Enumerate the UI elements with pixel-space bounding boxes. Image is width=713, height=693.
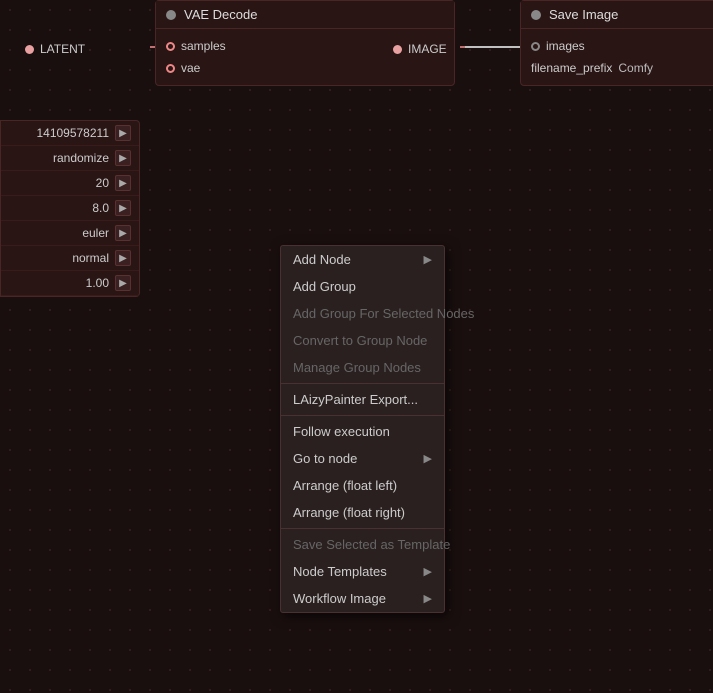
latent-dot bbox=[25, 45, 34, 54]
port-dot-vae bbox=[166, 64, 175, 73]
sampler-row-seed: 14109578211 ▶ bbox=[1, 121, 139, 146]
filename-prefix-value: Comfy bbox=[618, 61, 653, 75]
port-label-images: images bbox=[546, 39, 585, 53]
menu-item-arrange-left-label: Arrange (float left) bbox=[293, 478, 397, 493]
node-vae-decode-header: VAE Decode bbox=[156, 1, 454, 29]
sampler-row-steps: 20 ▶ bbox=[1, 171, 139, 196]
port-dot-images bbox=[531, 42, 540, 51]
menu-item-workflow-image-arrow: ▶ bbox=[424, 592, 432, 605]
node-save-image-filename: filename_prefix Comfy bbox=[521, 57, 713, 79]
menu-item-arrange-left[interactable]: Arrange (float left) bbox=[281, 472, 444, 499]
sampler-scheduler-value: normal bbox=[72, 251, 109, 265]
menu-item-node-templates[interactable]: Node Templates ▶ bbox=[281, 558, 444, 585]
sampler-control-value: randomize bbox=[53, 151, 109, 165]
menu-item-add-group-label: Add Group bbox=[293, 279, 356, 294]
menu-separator-3 bbox=[281, 528, 444, 529]
menu-item-manage-groups-label: Manage Group Nodes bbox=[293, 360, 421, 375]
menu-item-node-templates-label: Node Templates bbox=[293, 564, 387, 579]
sampler-row-sampler: euler ▶ bbox=[1, 221, 139, 246]
sampler-steps-value: 20 bbox=[96, 176, 109, 190]
node-vae-decode-status-dot bbox=[166, 10, 176, 20]
menu-item-add-node-arrow: ▶ bbox=[424, 253, 432, 266]
node-sampler: 14109578211 ▶ randomize ▶ 20 ▶ 8.0 ▶ eul… bbox=[0, 120, 140, 297]
image-label: IMAGE bbox=[393, 42, 447, 56]
sampler-seed-value: 14109578211 bbox=[36, 126, 109, 140]
sampler-sampler-arrow[interactable]: ▶ bbox=[115, 225, 131, 241]
context-menu: Add Node ▶ Add Group Add Group For Selec… bbox=[280, 245, 445, 613]
menu-item-workflow-image-label: Workflow Image bbox=[293, 591, 386, 606]
sampler-denoise-value: 1.00 bbox=[86, 276, 109, 290]
sampler-row-scheduler: normal ▶ bbox=[1, 246, 139, 271]
node-save-image-header: Save Image bbox=[521, 1, 713, 29]
sampler-sampler-value: euler bbox=[82, 226, 109, 240]
menu-item-go-to-node-arrow: ▶ bbox=[424, 452, 432, 465]
menu-item-convert-group-label: Convert to Group Node bbox=[293, 333, 427, 348]
menu-item-go-to-node-label: Go to node bbox=[293, 451, 357, 466]
node-vae-decode-body: samples vae bbox=[156, 29, 454, 85]
sampler-row-denoise: 1.00 ▶ bbox=[1, 271, 139, 296]
port-label-vae: vae bbox=[181, 61, 200, 75]
menu-item-add-group-selected-label: Add Group For Selected Nodes bbox=[293, 306, 474, 321]
sampler-cfg-value: 8.0 bbox=[92, 201, 109, 215]
menu-item-arrange-right[interactable]: Arrange (float right) bbox=[281, 499, 444, 526]
sampler-cfg-arrow[interactable]: ▶ bbox=[115, 200, 131, 216]
node-save-image: Save Image images filename_prefix Comfy bbox=[520, 0, 713, 86]
menu-item-save-template: Save Selected as Template bbox=[281, 531, 444, 558]
sampler-row-cfg: 8.0 ▶ bbox=[1, 196, 139, 221]
menu-item-follow-execution[interactable]: Follow execution bbox=[281, 418, 444, 445]
sampler-scheduler-arrow[interactable]: ▶ bbox=[115, 250, 131, 266]
menu-item-laizy[interactable]: LAizyPainter Export... bbox=[281, 386, 444, 413]
node-save-image-title: Save Image bbox=[549, 7, 618, 22]
menu-item-add-group[interactable]: Add Group bbox=[281, 273, 444, 300]
port-dot-samples bbox=[166, 42, 175, 51]
image-dot bbox=[393, 45, 402, 54]
node-save-image-port-images: images bbox=[521, 35, 713, 57]
menu-item-workflow-image[interactable]: Workflow Image ▶ bbox=[281, 585, 444, 612]
sampler-seed-arrow[interactable]: ▶ bbox=[115, 125, 131, 141]
menu-item-arrange-right-label: Arrange (float right) bbox=[293, 505, 405, 520]
menu-item-add-node[interactable]: Add Node ▶ bbox=[281, 246, 444, 273]
menu-item-add-group-selected: Add Group For Selected Nodes bbox=[281, 300, 444, 327]
node-save-image-body: images filename_prefix Comfy bbox=[521, 29, 713, 85]
menu-separator-1 bbox=[281, 383, 444, 384]
menu-item-add-node-label: Add Node bbox=[293, 252, 351, 267]
latent-label: LATENT bbox=[25, 42, 85, 56]
menu-item-node-templates-arrow: ▶ bbox=[424, 565, 432, 578]
image-text: IMAGE bbox=[408, 42, 447, 56]
latent-text: LATENT bbox=[40, 42, 85, 56]
node-save-image-status-dot bbox=[531, 10, 541, 20]
menu-item-save-template-label: Save Selected as Template bbox=[293, 537, 450, 552]
menu-item-manage-groups: Manage Group Nodes bbox=[281, 354, 444, 381]
menu-item-convert-group: Convert to Group Node bbox=[281, 327, 444, 354]
node-vae-decode-port-vae: vae bbox=[156, 57, 454, 79]
port-label-samples: samples bbox=[181, 39, 226, 53]
menu-item-go-to-node[interactable]: Go to node ▶ bbox=[281, 445, 444, 472]
sampler-control-arrow[interactable]: ▶ bbox=[115, 150, 131, 166]
sampler-denoise-arrow[interactable]: ▶ bbox=[115, 275, 131, 291]
sampler-row-control: randomize ▶ bbox=[1, 146, 139, 171]
menu-separator-2 bbox=[281, 415, 444, 416]
menu-item-follow-execution-label: Follow execution bbox=[293, 424, 390, 439]
node-vae-decode-title: VAE Decode bbox=[184, 7, 257, 22]
sampler-steps-arrow[interactable]: ▶ bbox=[115, 175, 131, 191]
menu-item-laizy-label: LAizyPainter Export... bbox=[293, 392, 418, 407]
filename-prefix-label: filename_prefix bbox=[531, 61, 612, 75]
